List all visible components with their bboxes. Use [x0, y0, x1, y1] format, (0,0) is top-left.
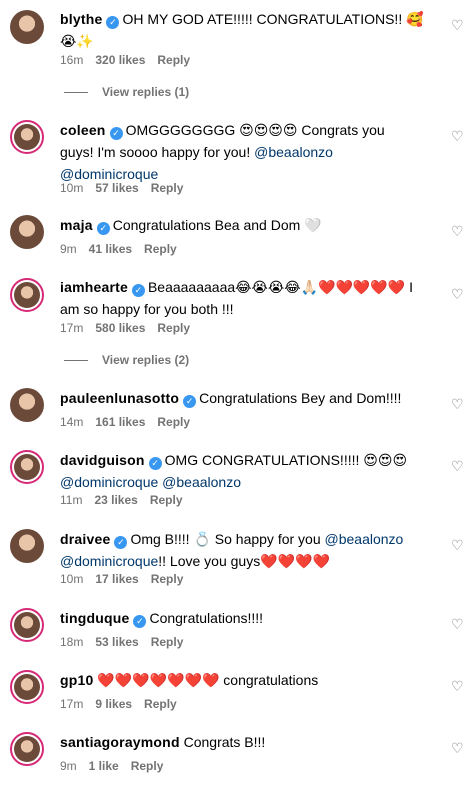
like-heart-icon[interactable]: ♡	[451, 397, 465, 411]
verified-badge-icon: ✓	[96, 222, 110, 235]
avatar[interactable]	[10, 10, 44, 44]
comment-text: OH MY GOD ATE!!!!! CONGRATULATIONS!! 🥰	[122, 11, 424, 27]
verified-badge-icon: ✓	[131, 284, 145, 297]
username[interactable]: santiagoraymond	[60, 734, 180, 750]
like-heart-icon[interactable]: ♡	[451, 617, 465, 631]
comment-text: OMG CONGRATULATIONS!!!!! 😍😍😍	[164, 452, 408, 468]
verified-badge-icon: ✓	[133, 615, 147, 628]
reply-button[interactable]: Reply	[151, 181, 184, 195]
username[interactable]: blythe	[60, 11, 102, 27]
username[interactable]: tingduque	[60, 610, 129, 626]
mention-link[interactable]: @dominicroque	[60, 553, 158, 569]
like-heart-icon[interactable]: ♡	[451, 459, 465, 473]
mention-link[interactable]: @dominicroque	[60, 474, 158, 490]
verified-badge-icon: ✓	[109, 127, 123, 140]
reply-button[interactable]: Reply	[157, 53, 190, 67]
comment-text-line2: !! Love you guys❤️❤️❤️❤️	[158, 553, 330, 569]
timestamp: 9m	[60, 759, 77, 773]
comment-text-line2: guys! I'm soooo happy for you!	[60, 144, 251, 160]
mention-link[interactable]: @beaalonzo	[325, 531, 404, 547]
timestamp: 14m	[60, 415, 84, 429]
reply-button[interactable]: Reply	[150, 493, 183, 507]
timestamp: 10m	[60, 181, 84, 195]
reply-button[interactable]: Reply	[151, 572, 184, 586]
reply-button[interactable]: Reply	[157, 415, 190, 429]
like-heart-icon[interactable]: ♡	[451, 18, 465, 32]
likes-count[interactable]: 580 likes	[95, 321, 145, 335]
likes-count[interactable]: 17 likes	[95, 572, 138, 586]
comment-text: Congrats B!!!	[183, 734, 266, 750]
timestamp: 18m	[60, 635, 84, 649]
likes-count[interactable]: 1 like	[89, 759, 119, 773]
comment-text: OMGGGGGGGG 😍😍😍😍 Congrats you	[125, 122, 385, 138]
like-heart-icon[interactable]: ♡	[451, 224, 465, 238]
comment-text: Omg B!!!! 💍 So happy for you	[130, 531, 321, 547]
avatar[interactable]	[10, 215, 44, 249]
timestamp: 9m	[60, 242, 77, 256]
like-heart-icon[interactable]: ♡	[451, 679, 465, 693]
likes-count[interactable]: 9 likes	[95, 697, 132, 711]
verified-badge-icon: ✓	[114, 536, 128, 549]
avatar[interactable]	[10, 529, 44, 563]
like-heart-icon[interactable]: ♡	[451, 287, 465, 301]
likes-count[interactable]: 23 likes	[94, 493, 137, 507]
reply-button[interactable]: Reply	[144, 242, 177, 256]
username[interactable]: coleen	[60, 122, 106, 138]
username[interactable]: draivee	[60, 531, 110, 547]
username[interactable]: maja	[60, 217, 93, 233]
timestamp: 11m	[60, 493, 83, 507]
comment-text-line2: 😭✨	[60, 33, 94, 49]
username[interactable]: gp10	[60, 672, 93, 688]
reply-button[interactable]: Reply	[131, 759, 164, 773]
avatar[interactable]	[10, 732, 44, 766]
avatar[interactable]	[10, 278, 44, 312]
avatar[interactable]	[10, 450, 44, 484]
timestamp: 17m	[60, 321, 84, 335]
avatar[interactable]	[10, 670, 44, 704]
comment-text: Beaaaaaaaaa😂😭😭😂🙏🏻❤️❤️❤️❤️❤️ I	[147, 279, 413, 295]
reply-button[interactable]: Reply	[157, 321, 190, 335]
timestamp: 16m	[60, 53, 84, 67]
like-heart-icon[interactable]: ♡	[451, 129, 465, 143]
username[interactable]: pauleenlunasotto	[60, 390, 179, 406]
likes-count[interactable]: 53 likes	[95, 635, 138, 649]
mention-link[interactable]: @beaalonzo	[254, 144, 333, 160]
likes-count[interactable]: 320 likes	[95, 53, 145, 67]
reply-button[interactable]: Reply	[144, 697, 177, 711]
like-heart-icon[interactable]: ♡	[451, 538, 465, 552]
view-replies-button[interactable]: View replies (2)	[64, 353, 189, 367]
comment-text: Congratulations Bea and Dom 🤍	[112, 217, 322, 233]
likes-count[interactable]: 57 likes	[95, 181, 138, 195]
username[interactable]: davidguison	[60, 452, 145, 468]
avatar[interactable]	[10, 120, 44, 154]
mention-link[interactable]: @beaalonzo	[162, 474, 241, 490]
like-heart-icon[interactable]: ♡	[451, 741, 465, 755]
view-replies-button[interactable]: View replies (1)	[64, 85, 189, 99]
username[interactable]: iamhearte	[60, 279, 128, 295]
comment-text: Congratulations!!!!	[149, 610, 264, 626]
likes-count[interactable]: 161 likes	[95, 415, 145, 429]
timestamp: 17m	[60, 697, 84, 711]
timestamp: 10m	[60, 572, 84, 586]
verified-badge-icon: ✓	[148, 457, 162, 470]
reply-button[interactable]: Reply	[151, 635, 184, 649]
avatar[interactable]	[10, 388, 44, 422]
comment-text: Congratulations Bey and Dom!!!!	[199, 390, 402, 406]
comment-text: ❤️❤️❤️❤️❤️❤️❤️ congratulations	[97, 672, 319, 688]
likes-count[interactable]: 41 likes	[89, 242, 132, 256]
verified-badge-icon: ✓	[106, 16, 120, 29]
comment-text-line2: am so happy for you both !!!	[60, 301, 234, 317]
avatar[interactable]	[10, 608, 44, 642]
verified-badge-icon: ✓	[183, 395, 197, 408]
